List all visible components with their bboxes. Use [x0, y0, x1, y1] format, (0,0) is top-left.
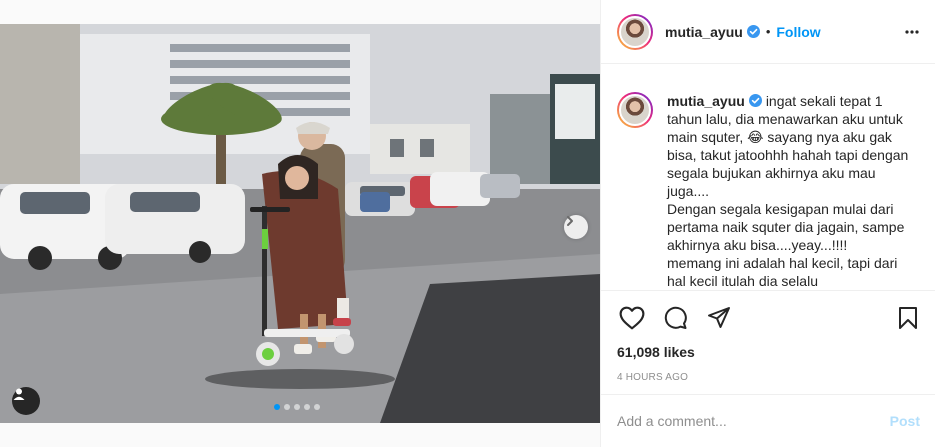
caption-text: mutia_ayuu ingat sekali tepat 1 tahun lal… — [667, 92, 917, 290]
carousel-indicator — [274, 404, 320, 410]
separator: • — [765, 24, 771, 39]
more-icon[interactable] — [904, 24, 920, 40]
comment-input[interactable] — [617, 413, 890, 429]
username-link[interactable]: mutia_ayuu — [665, 24, 743, 40]
user-tag-icon — [13, 388, 25, 400]
carousel-dot — [314, 404, 320, 410]
verified-badge-icon — [746, 25, 760, 38]
comment-icon[interactable] — [663, 306, 688, 330]
caption: mutia_ayuu ingat sekali tepat 1 tahun lal… — [617, 92, 920, 290]
caption-scroll-area[interactable]: mutia_ayuu ingat sekali tepat 1 tahun lal… — [601, 72, 935, 290]
bookmark-icon[interactable] — [897, 306, 919, 330]
avatar[interactable] — [617, 92, 653, 128]
tagged-users-button[interactable] — [12, 387, 40, 415]
follow-button[interactable]: Follow — [776, 24, 820, 40]
post-photo[interactable] — [0, 24, 600, 423]
photo-scene — [0, 24, 600, 423]
action-bar — [601, 290, 935, 346]
share-icon[interactable] — [707, 306, 731, 330]
likes-count[interactable]: 61,098 likes — [617, 344, 695, 360]
post-details-panel: mutia_ayuu • Follow mutia_ayuu ingat seka… — [600, 0, 935, 447]
caption-username[interactable]: mutia_ayuu — [667, 93, 745, 109]
comment-bar: Post — [601, 394, 935, 447]
carousel-dot — [304, 404, 310, 410]
heart-icon[interactable] — [619, 306, 645, 330]
post-comment-button[interactable]: Post — [890, 413, 920, 429]
post-timestamp[interactable]: 4 HOURS AGO — [617, 372, 688, 383]
next-image-button[interactable] — [564, 215, 588, 239]
carousel-dot — [274, 404, 280, 410]
caption-line: memang ini adalah hal kecil, tapi dari h… — [667, 255, 898, 289]
verified-badge-icon — [748, 94, 762, 107]
chevron-right-icon — [567, 216, 573, 226]
carousel-dot — [294, 404, 300, 410]
carousel-dot — [284, 404, 290, 410]
avatar[interactable] — [617, 13, 653, 50]
caption-line: Dengan segala kesigapan mulai dari perta… — [667, 201, 905, 253]
post-header: mutia_ayuu • Follow — [601, 0, 935, 64]
